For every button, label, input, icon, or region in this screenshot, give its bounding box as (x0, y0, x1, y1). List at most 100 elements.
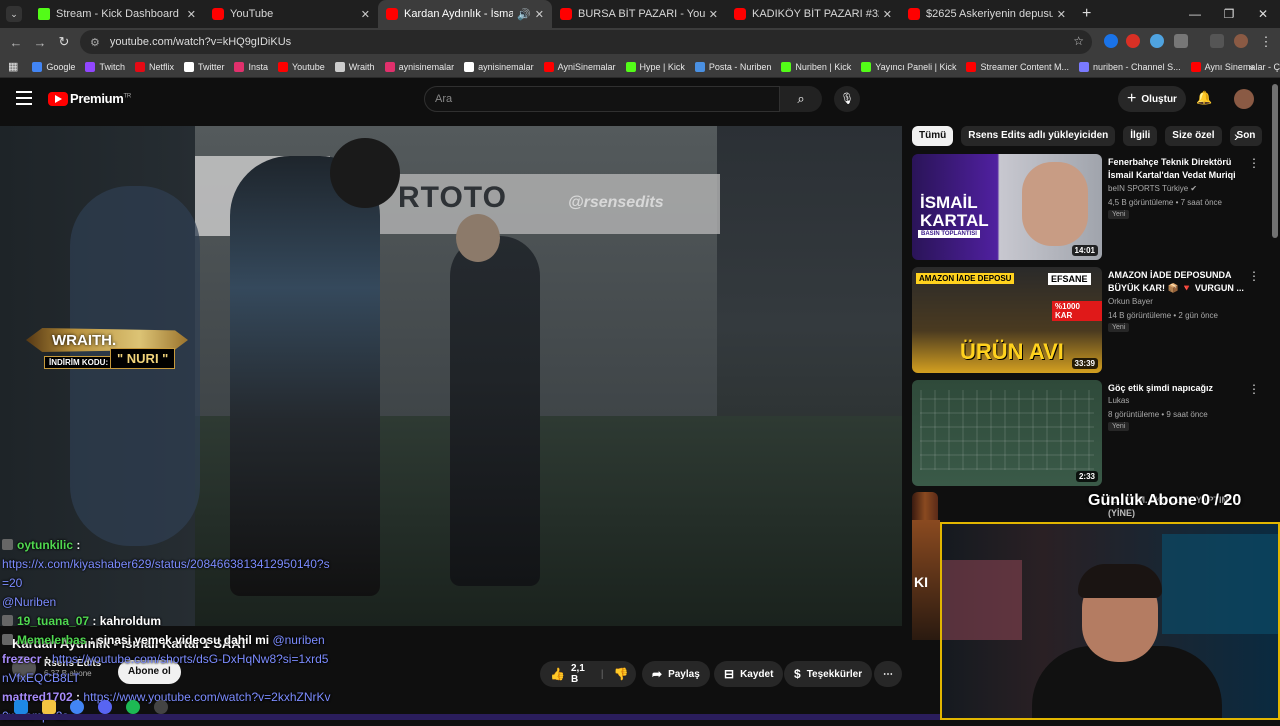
chrome-icon[interactable] (70, 700, 84, 714)
extension-icon[interactable] (1150, 34, 1164, 48)
minimize-icon[interactable]: — (1178, 0, 1212, 28)
extension-icon[interactable] (1126, 34, 1140, 48)
recommendation-channel[interactable]: beIN SPORTS Türkiye ✔ (1108, 184, 1197, 193)
bookmark-item[interactable]: aynisinemalar (384, 61, 454, 72)
video-thumbnail-partial[interactable]: KI (912, 520, 940, 640)
bookmark-item[interactable]: Streamer Content M... (966, 61, 1069, 72)
youtube-logo-icon[interactable] (48, 92, 68, 106)
like-count[interactable]: 2,1 B (571, 663, 585, 685)
browser-tab[interactable]: BURSA BİT PAZARI - YouTube ✕ (552, 0, 726, 28)
filter-chip[interactable]: Rsens Edits adlı yükleyiciden (961, 126, 1116, 146)
scrollbar[interactable] (1272, 84, 1278, 238)
chat-link[interactable]: https://x.com/kiyashaber629/status/20846… (2, 555, 332, 593)
reading-list-icon[interactable] (1210, 34, 1224, 48)
close-tab-icon[interactable]: ✕ (709, 8, 718, 21)
recommendation-title[interactable]: Göç etik şimdi napıcağız (1108, 382, 1244, 395)
notifications-bell-icon[interactable]: 🔔 (1196, 90, 1212, 106)
chevron-right-icon[interactable]: › (1234, 128, 1239, 144)
video-thumbnail[interactable]: AMAZON İADE DEPOSU EFSANE %1000 KAR ÜRÜN… (912, 267, 1102, 373)
recommendation-channel[interactable]: Lukas (1108, 396, 1129, 405)
more-vert-icon[interactable]: ⋮ (1248, 269, 1260, 283)
more-vert-icon[interactable]: ⋮ (1248, 156, 1260, 170)
more-bookmarks-icon[interactable]: » (1249, 62, 1254, 72)
chat-username[interactable]: frezecr (2, 652, 41, 666)
bookmark-item[interactable]: Wraith (334, 61, 375, 72)
browser-tab[interactable]: Stream - Kick Dashboard ✕ (30, 0, 204, 28)
bookmark-item[interactable]: Hype | Kick (625, 61, 685, 72)
video-thumbnail[interactable]: İSMAİL KARTAL BASIN TOPLANTISI 14:01 (912, 154, 1102, 260)
bookmark-item[interactable]: Aynı Sinemalar - Ça... (1190, 61, 1280, 72)
recommendation-title[interactable]: AMAZON İADE DEPOSUNDA BÜYÜK KAR! 📦 🔻 VUR… (1108, 269, 1244, 295)
search-input[interactable]: Ara (424, 86, 780, 112)
browser-menu-icon[interactable]: ⋮ (1254, 34, 1278, 50)
close-tab-icon[interactable]: ✕ (187, 8, 196, 21)
bookmark-item[interactable]: aynisinemalar (464, 61, 534, 72)
bookmark-item[interactable]: Google (32, 61, 75, 72)
filter-chip[interactable]: İlgili (1123, 126, 1158, 146)
browser-tab[interactable]: Kardan Aydınlık - İsmail Kart🔊 ✕ (378, 0, 552, 28)
recommendation-item[interactable]: AMAZON İADE DEPOSU EFSANE %1000 KAR ÜRÜN… (912, 267, 1272, 373)
extensions-puzzle-icon[interactable] (1174, 34, 1188, 48)
close-tab-icon[interactable]: ✕ (883, 8, 892, 21)
tab-search-icon[interactable]: ⌄ (6, 6, 22, 22)
bookmark-item[interactable]: nuriben - Channel S... (1079, 61, 1181, 72)
chat-username[interactable]: oytunkilic (17, 538, 73, 552)
filter-chip[interactable]: Tümü (912, 126, 954, 146)
bookmark-star-icon[interactable]: ☆ (1073, 34, 1084, 48)
close-tab-icon[interactable]: ✕ (535, 8, 544, 21)
discord-icon[interactable] (98, 700, 112, 714)
more-vert-icon[interactable]: ⋮ (1248, 382, 1260, 396)
recommendation-item[interactable]: 2:33 Göç etik şimdi napıcağız Lukas 8 gö… (912, 380, 1272, 486)
close-tab-icon[interactable]: ✕ (361, 8, 370, 21)
video-thumbnail[interactable]: 2:33 (912, 380, 1102, 486)
bookmark-item[interactable]: Twitch (85, 61, 125, 72)
maximize-icon[interactable]: ❐ (1212, 0, 1246, 28)
profile-icon[interactable] (1234, 34, 1248, 48)
bookmark-item[interactable]: Netflix (134, 61, 174, 72)
search-button[interactable]: ⌕ (780, 86, 822, 112)
browser-tab[interactable]: YouTube ✕ (204, 0, 378, 28)
extension-icon[interactable] (1104, 34, 1118, 48)
chat-username[interactable]: 19_tuana_07 (17, 614, 89, 628)
create-button[interactable]: + Oluştur (1118, 86, 1186, 112)
browser-tab[interactable]: KADIKÖY BİT PAZARI #32 - You ✕ (726, 0, 900, 28)
file-explorer-icon[interactable] (42, 700, 56, 714)
bookmark-item[interactable]: AyniSinemalar (543, 61, 616, 72)
windows-start-icon[interactable] (14, 700, 28, 714)
site-info-icon[interactable]: ⚙ (90, 36, 100, 49)
thanks-button[interactable]: $ Teşekkürler (784, 661, 873, 687)
save-button[interactable]: ⊟ Kaydet (714, 661, 784, 687)
recommendation-title[interactable]: Fenerbahçe Teknik Direktörü İsmail Karta… (1108, 156, 1244, 182)
new-tab-button[interactable]: + (1082, 5, 1091, 23)
chat-mention[interactable]: @nuriben (272, 633, 324, 647)
chat-mention[interactable]: @Nuriben (2, 595, 56, 609)
bookmark-item[interactable]: Youtube (278, 61, 325, 72)
bookmark-item[interactable]: Posta - Nuriben (694, 61, 771, 72)
close-window-icon[interactable]: ✕ (1246, 0, 1280, 28)
forward-icon[interactable]: → (28, 35, 52, 50)
avatar[interactable] (1234, 89, 1254, 109)
browser-tab[interactable]: $2625 Askeriyenin depusunu al ✕ (900, 0, 1074, 28)
recommendation-item[interactable]: İSMAİL KARTAL BASIN TOPLANTISI 14:01 Fen… (912, 154, 1272, 260)
apps-icon[interactable]: ▦ (8, 60, 18, 73)
share-button[interactable]: ➦ Paylaş (642, 661, 710, 687)
more-actions-button[interactable]: ⋯ (874, 661, 902, 687)
reload-icon[interactable]: ↻ (52, 34, 76, 50)
back-icon[interactable]: ← (4, 35, 28, 50)
youtube-premium-logo[interactable]: PremiumTR (70, 91, 131, 106)
close-tab-icon[interactable]: ✕ (1057, 8, 1066, 21)
address-bar[interactable]: ⚙ youtube.com/watch?v=kHQ9gIDiKUs ☆ (80, 30, 1092, 54)
bookmark-item[interactable]: Insta (234, 61, 268, 72)
bookmark-item[interactable]: Twitter (183, 61, 224, 72)
voice-search-button[interactable]: 🎙 (834, 86, 860, 112)
recommendation-channel[interactable]: Orkun Bayer (1108, 297, 1153, 306)
dislike-icon[interactable]: 👎 (614, 667, 629, 681)
menu-icon[interactable] (16, 91, 32, 105)
speaker-icon[interactable]: 🔊 (517, 8, 531, 21)
like-icon[interactable]: 👍 (550, 667, 565, 681)
filter-chip[interactable]: Size özel (1165, 126, 1222, 146)
bookmark-item[interactable]: Yayıncı Paneli | Kick (861, 61, 956, 72)
obs-icon[interactable] (154, 700, 168, 714)
chat-username[interactable]: Memelerbas (17, 633, 86, 647)
bookmark-item[interactable]: Nuriben | Kick (781, 61, 851, 72)
